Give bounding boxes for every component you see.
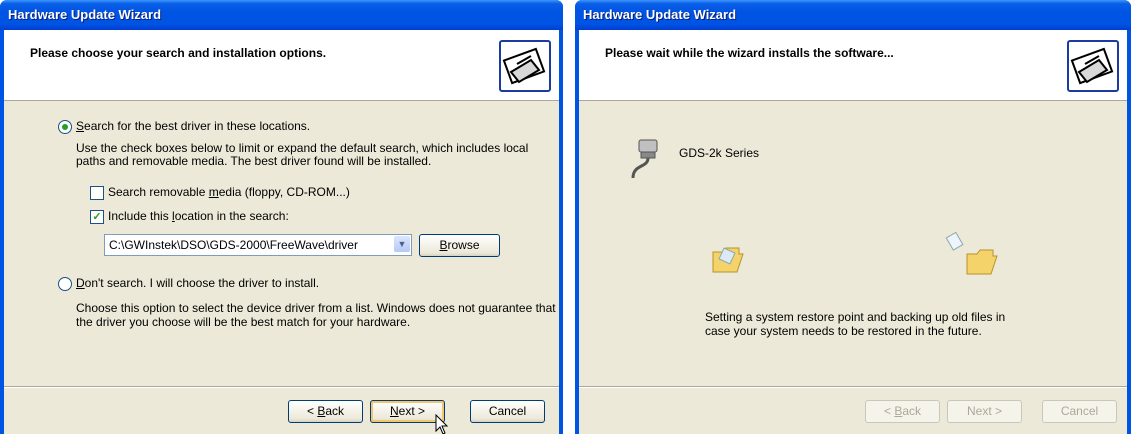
next-button[interactable]: Next > <box>370 400 445 423</box>
dialog-body: Please wait while the wizard installs th… <box>579 30 1127 434</box>
footer-separator <box>4 386 559 388</box>
location-combobox[interactable]: C:\GWInstek\DSO\GDS-2000\FreeWave\driver… <box>104 234 412 256</box>
dropdown-arrow-icon[interactable]: ▼ <box>394 236 410 252</box>
mouse-cursor-icon <box>435 414 449 434</box>
back-button[interactable]: < Back <box>288 400 363 423</box>
wizard-header: Please choose your search and installati… <box>4 30 559 101</box>
wizard-window-installing: Hardware Update Wizard Please wait while… <box>575 0 1131 434</box>
next-button[interactable]: Next > <box>947 400 1022 423</box>
serial-cable-icon <box>631 139 658 179</box>
window-title[interactable]: Hardware Update Wizard <box>575 0 1131 30</box>
browse-button[interactable]: Browse <box>419 234 500 257</box>
search-best-driver-radio[interactable] <box>58 120 72 134</box>
hardware-wizard-icon <box>499 40 551 92</box>
dont-search-radio[interactable] <box>58 277 72 291</box>
location-value: C:\GWInstek\DSO\GDS-2000\FreeWave\driver <box>109 238 358 252</box>
back-button[interactable]: < Back <box>865 400 940 423</box>
device-name: GDS-2k Series <box>679 146 760 160</box>
search-removable-media-checkbox[interactable] <box>90 186 104 200</box>
search-description-line-1: Use the check boxes below to limit or ex… <box>76 141 529 155</box>
wizard-window-options: Hardware Update Wizard Please choose you… <box>0 0 563 434</box>
folder-icon <box>966 249 998 275</box>
search-best-driver-label[interactable]: Search for the best driver in these loca… <box>76 119 310 133</box>
flying-document-icon <box>945 231 964 251</box>
window-title[interactable]: Hardware Update Wizard <box>0 0 563 30</box>
search-removable-media-label[interactable]: Search removable media (floppy, CD-ROM..… <box>108 185 350 199</box>
include-location-label[interactable]: Include this location in the search: <box>108 209 289 223</box>
wizard-header: Please wait while the wizard installs th… <box>579 30 1127 101</box>
dont-search-description-line-1: Choose this option to select the device … <box>76 301 556 315</box>
include-location-checkbox[interactable]: ✓ <box>90 210 104 224</box>
folder-icon <box>712 247 744 273</box>
footer-separator <box>579 386 1127 388</box>
hardware-wizard-icon <box>1067 40 1119 92</box>
search-description-line-2: paths and removable media. The best driv… <box>76 154 432 168</box>
dialog-body: Please choose your search and installati… <box>4 30 559 434</box>
dont-search-label[interactable]: Don't search. I will choose the driver t… <box>76 276 319 290</box>
cancel-button[interactable]: Cancel <box>470 400 545 423</box>
dont-search-description-line-2: the driver you choose will be the best m… <box>76 315 411 329</box>
header-title: Please wait while the wizard installs th… <box>605 46 894 60</box>
status-line-1: Setting a system restore point and backi… <box>705 310 1006 324</box>
status-line-2: case your system needs to be restored in… <box>705 324 982 338</box>
cancel-button[interactable]: Cancel <box>1042 400 1117 423</box>
header-title: Please choose your search and installati… <box>30 46 327 60</box>
